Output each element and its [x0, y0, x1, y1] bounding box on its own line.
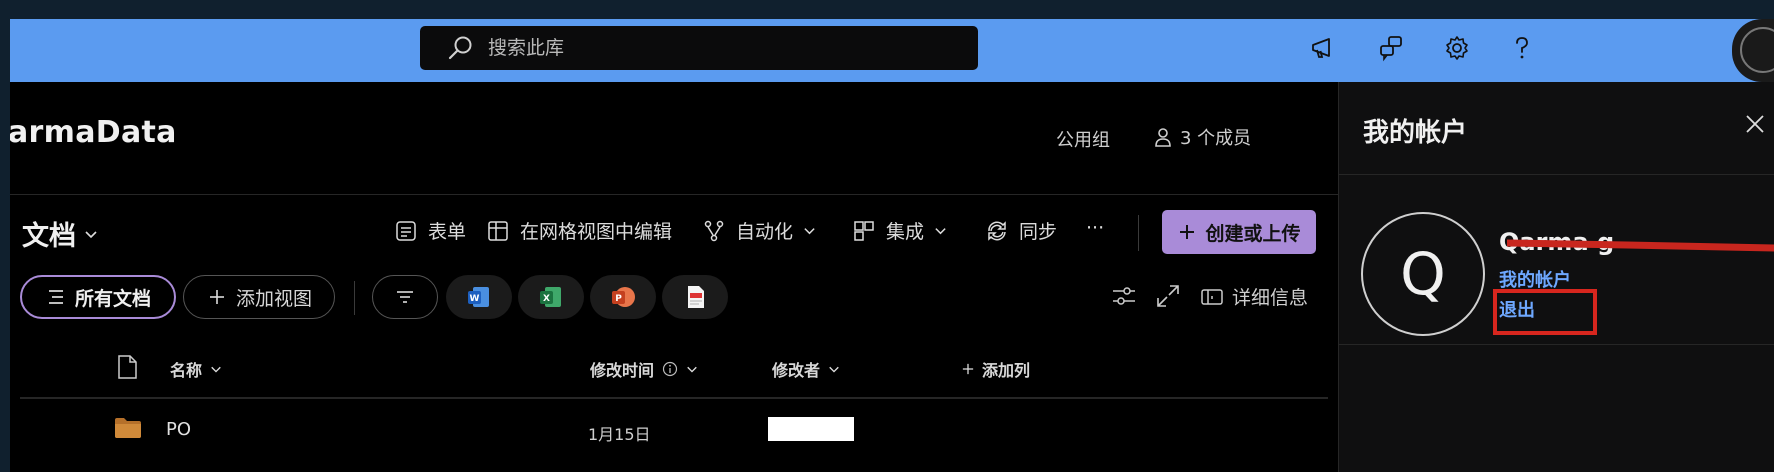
panel-divider	[1339, 174, 1774, 175]
more-icon: ···	[1086, 217, 1105, 239]
column-header-name[interactable]: 名称	[170, 357, 222, 381]
automate-label: 自动化	[736, 221, 794, 243]
top-bar	[10, 19, 1774, 82]
forms-button[interactable]: 表单	[394, 217, 466, 244]
excel-icon: X	[540, 287, 561, 307]
folder-icon	[115, 418, 141, 438]
command-separator	[1138, 215, 1139, 251]
svg-text:W: W	[470, 294, 480, 304]
forms-label: 表单	[428, 221, 467, 243]
column-name-label: 名称	[170, 361, 203, 380]
person-icon	[1155, 128, 1171, 147]
row-modified: 1月15日	[588, 425, 651, 444]
plus-icon	[1180, 225, 1195, 239]
grid-edit-label: 在网格视图中编辑	[520, 221, 673, 243]
library-title: 文档	[22, 221, 76, 252]
filter-button[interactable]	[372, 275, 438, 319]
word-icon: W	[468, 287, 489, 307]
chevron-down-icon	[687, 366, 697, 373]
create-upload-label: 创建或上传	[1205, 222, 1301, 245]
column-modified-label: 修改时间	[590, 361, 655, 380]
app-window: armaData 公用组 3 个成员 文档 表单 在网格视图中编辑 自动化 集成…	[10, 19, 1774, 472]
info-panel-icon	[1201, 288, 1223, 305]
sync-icon	[988, 220, 1006, 241]
group-type-label: 公用组	[1056, 130, 1110, 151]
filter-icon	[397, 291, 413, 303]
row-name[interactable]: PO	[166, 419, 191, 440]
integrate-icon	[854, 220, 874, 241]
filter-powerpoint[interactable]: P	[590, 275, 656, 319]
members-label: 3 个成员	[1180, 128, 1252, 149]
chevron-down-icon	[211, 366, 221, 373]
library-title-dropdown[interactable]: 文档	[22, 214, 98, 253]
view-options-icon[interactable]	[1110, 282, 1138, 310]
search-box[interactable]	[420, 26, 978, 70]
chevron-down-icon	[85, 230, 97, 238]
view-list-icon	[48, 290, 63, 304]
account-panel: 我的帐户 Q Qarma g 我的帐户 退出	[1338, 82, 1774, 472]
pdf-icon	[688, 286, 704, 308]
chevron-down-icon	[935, 228, 946, 235]
row-modified-by-redacted	[768, 417, 854, 441]
column-header-modified[interactable]: 修改时间	[590, 357, 698, 381]
chevron-down-icon	[829, 366, 839, 373]
grid-edit-button[interactable]: 在网格视图中编辑	[486, 217, 672, 244]
automate-button[interactable]: 自动化	[702, 217, 816, 244]
help-icon[interactable]	[1507, 33, 1537, 63]
sign-out-highlight-box	[1493, 289, 1597, 335]
add-column-button[interactable]: 添加列	[962, 357, 1030, 381]
add-column-label: 添加列	[982, 361, 1031, 380]
column-modified-by-label: 修改者	[772, 361, 821, 380]
svg-text:X: X	[543, 294, 550, 304]
integrate-label: 集成	[886, 221, 925, 243]
grid-icon	[488, 220, 508, 241]
create-upload-button[interactable]: 创建或上传	[1162, 210, 1316, 254]
expand-icon[interactable]	[1154, 282, 1182, 310]
close-icon[interactable]	[1743, 112, 1767, 136]
more-button[interactable]: ···	[1086, 217, 1104, 239]
sync-button[interactable]: 同步	[985, 217, 1057, 244]
search-icon	[448, 36, 472, 60]
account-avatar: Q	[1361, 212, 1485, 336]
filter-excel[interactable]: X	[518, 275, 584, 319]
account-name: Qarma g	[1499, 228, 1615, 256]
info-icon	[662, 361, 678, 377]
search-input[interactable]	[488, 37, 928, 59]
column-header-modified-by[interactable]: 修改者	[772, 357, 840, 381]
add-view-label: 添加视图	[235, 287, 312, 310]
view-all-documents[interactable]: 所有文档	[20, 275, 176, 319]
filter-pdf[interactable]	[662, 275, 728, 319]
forms-icon	[396, 220, 416, 241]
file-type-icon	[118, 355, 137, 379]
panel-title: 我的帐户	[1363, 118, 1468, 148]
filter-word[interactable]: W	[446, 275, 512, 319]
view-separator	[354, 281, 355, 315]
plus-icon	[209, 290, 224, 304]
details-label: 详细信息	[1232, 287, 1309, 309]
feedback-icon[interactable]	[1376, 33, 1406, 63]
svg-text:P: P	[615, 294, 622, 304]
gear-icon[interactable]	[1442, 33, 1472, 63]
chevron-down-icon	[804, 228, 815, 235]
details-button[interactable]: 详细信息	[1200, 283, 1308, 310]
account-avatar-button[interactable]	[1732, 19, 1774, 82]
plus-icon	[962, 363, 974, 375]
add-view-button[interactable]: 添加视图	[183, 275, 335, 319]
integrate-button[interactable]: 集成	[852, 217, 947, 244]
panel-divider	[1339, 344, 1774, 345]
view-all-documents-label: 所有文档	[74, 287, 151, 310]
powerpoint-icon: P	[612, 287, 635, 307]
site-title: armaData	[10, 115, 177, 150]
list-header-divider	[20, 397, 1328, 399]
automate-icon	[704, 220, 724, 241]
announcement-icon[interactable]	[1308, 33, 1338, 63]
header-divider	[10, 194, 1338, 195]
avatar	[1740, 27, 1774, 73]
sync-label: 同步	[1019, 221, 1058, 243]
members-button[interactable]: 3 个成员	[1152, 124, 1251, 150]
